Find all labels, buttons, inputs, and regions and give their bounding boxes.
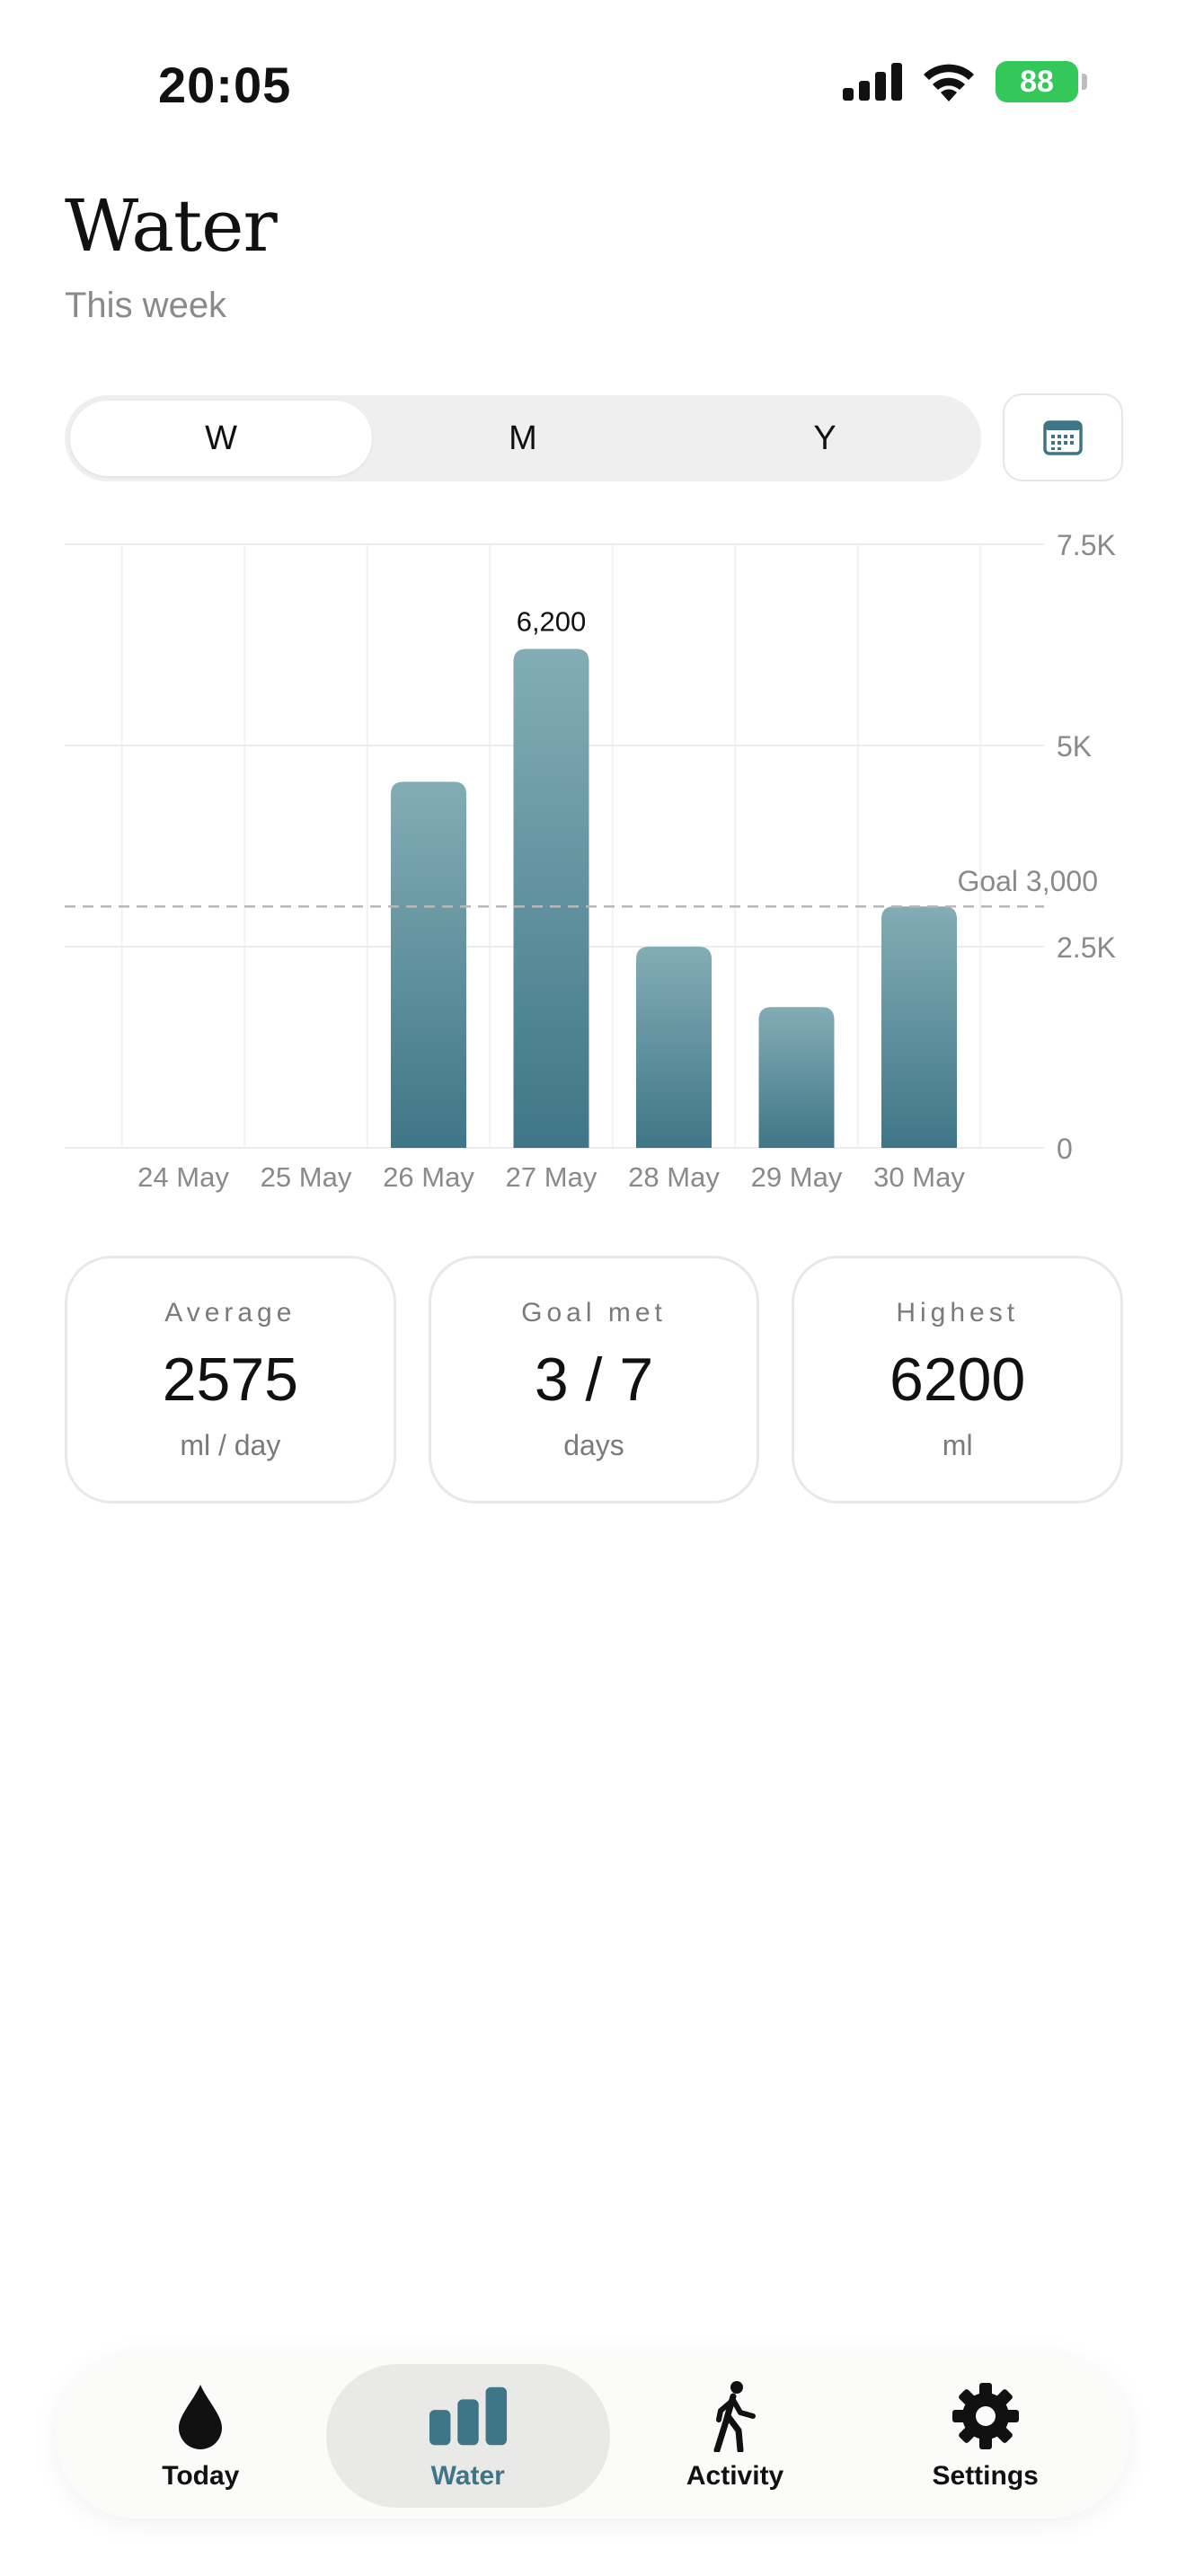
page-subtitle: This week [65,286,227,325]
bar-value-label: 6,200 [517,605,587,637]
stat-unit: ml [942,1428,973,1461]
calendar-icon [1043,420,1083,455]
range-year-tab[interactable]: Y [674,401,976,476]
water-chart: 0 2.5K 5K 7.5K 24 May 25 May 26 May 27 May 6,200… [0,503,1186,1204]
bar [513,648,589,1148]
y-tick-label: 5K [1057,730,1092,763]
bar [881,906,957,1148]
signal-icon [843,63,902,101]
x-tick-label: 27 May [506,1161,597,1193]
stat-card-highest: Highest 6200 ml [792,1256,1124,1504]
walking-icon [695,2380,775,2452]
bar [391,781,466,1148]
water-bar-chart: 0 2.5K 5K 7.5K 24 May 25 May 26 May 27 May 6,200… [65,529,1116,1193]
x-tick-label: 25 May [261,1161,352,1193]
range-week-tab[interactable]: W [70,401,372,476]
range-month-tab[interactable]: M [372,401,674,476]
bar-chart-icon [428,2380,509,2452]
calendar-button[interactable] [1003,393,1123,481]
tab-water[interactable]: Water [325,2364,610,2508]
bar [758,1007,835,1148]
stat-unit: ml / day [180,1428,281,1461]
tab-label: Activity [686,2461,784,2491]
stat-label: Goal met [521,1297,667,1328]
y-tick-label: 7.5K [1057,529,1116,561]
status-icons: 88 [843,61,1087,102]
x-tick-label: 30 May [873,1161,965,1193]
stats-row: Average 2575 ml / day Goal met 3 / 7 day… [65,1256,1124,1504]
tab-activity[interactable]: Activity [610,2364,861,2508]
x-tick-label: 28 May [628,1161,720,1193]
tab-label: Today [162,2461,240,2491]
page-title: Water [65,184,278,268]
x-tick-label: 26 May [383,1161,474,1193]
x-tick-label: 24 May [137,1161,229,1193]
stat-unit: days [563,1428,624,1461]
stat-label: Highest [896,1297,1020,1328]
stat-value: 3 / 7 [534,1345,654,1414]
tab-label: Water [430,2461,505,2491]
tab-label: Settings [932,2461,1039,2491]
tab-today[interactable]: Today [75,2364,326,2508]
stat-card-goal-met: Goal met 3 / 7 days [428,1256,760,1504]
battery-indicator: 88 [996,61,1087,102]
drop-icon [160,2380,241,2452]
bar [636,947,712,1148]
stat-value: 6200 [890,1345,1026,1414]
x-tick-label: 29 May [751,1161,843,1193]
stat-value: 2575 [162,1345,298,1414]
gear-icon [945,2380,1026,2452]
goal-label: Goal 3,000 [957,865,1098,897]
battery-tip [1082,74,1087,90]
bottom-tab-bar: Today Water Activity Settings [56,2353,1130,2519]
range-segmented-control: W M Y [65,395,981,481]
stat-card-average: Average 2575 ml / day [65,1256,396,1504]
stat-label: Average [164,1297,296,1328]
y-tick-label: 0 [1057,1133,1073,1165]
status-time: 20:05 [158,57,292,113]
y-tick-label: 2.5K [1057,931,1116,964]
tab-settings[interactable]: Settings [860,2364,1111,2508]
wifi-icon [924,64,974,101]
battery-level: 88 [1020,64,1054,99]
